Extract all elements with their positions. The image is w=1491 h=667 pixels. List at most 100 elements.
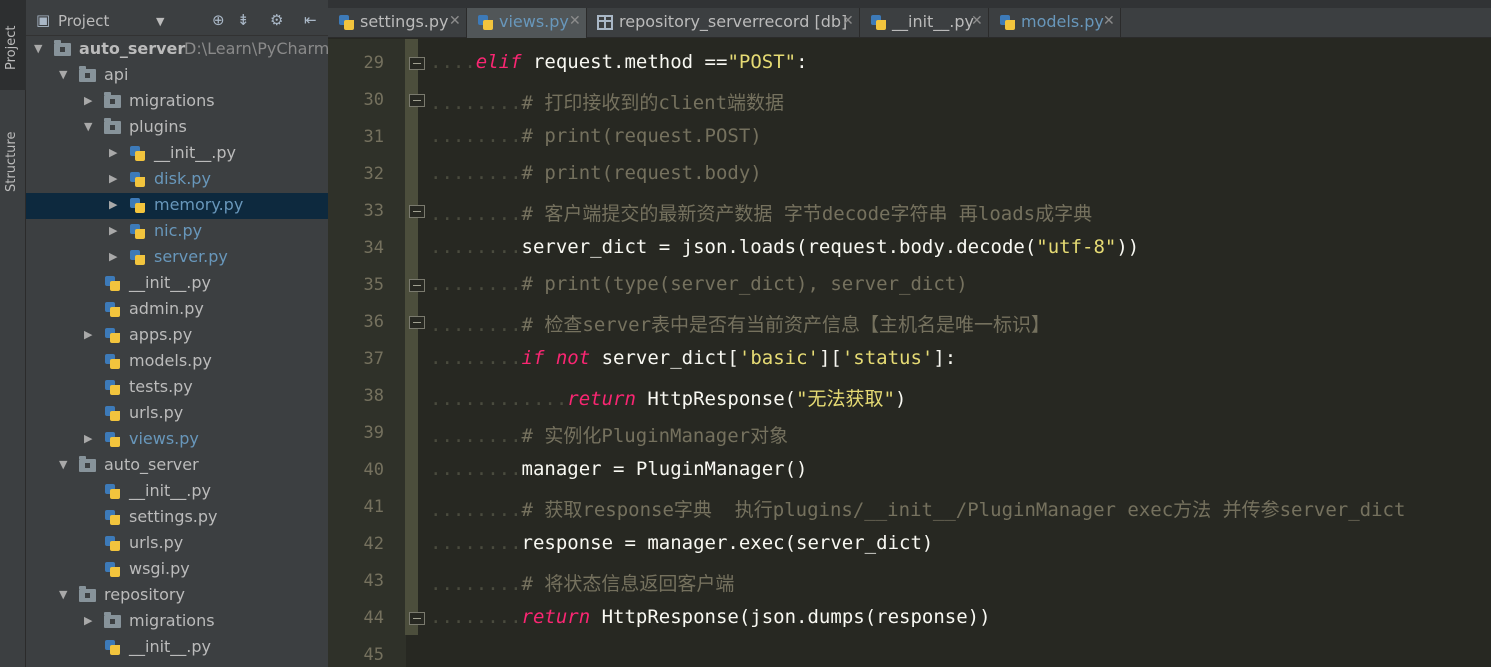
python-file-icon [104,275,122,293]
tree-item-admin-py[interactable]: admin.py [26,297,328,323]
chevron-right-icon[interactable]: ▶ [84,432,96,445]
tree-item-init-py[interactable]: __init__.py [26,479,328,505]
collapse-all-icon[interactable]: ⇟ [237,11,250,29]
tab-views-py[interactable]: views.py ✕ [467,8,587,38]
chevron-down-icon[interactable]: ▼ [59,458,71,471]
code-line: ............return HttpResponse("无法获取") [430,388,907,410]
chevron-right-icon[interactable]: ▶ [109,198,121,211]
chevron-down-icon[interactable]: ▼ [34,42,46,55]
fold-column [405,39,418,635]
code-token: response = manager.exec(server_dict) [521,532,934,554]
fold-marker-icon[interactable] [409,279,425,293]
view-dropdown-icon[interactable]: ▼ [156,15,164,28]
line-number: 29 [363,53,384,73]
close-icon[interactable]: ✕ [1103,13,1115,29]
code-line: ........# print(type(server_dict), serve… [430,273,968,295]
tree-item-migrations[interactable]: ▶ migrations [26,89,328,115]
tree-item-init-py[interactable]: ▶ __init__.py [26,141,328,167]
code-line: ........return HttpResponse(json.dumps(r… [430,606,991,628]
structure-tool-tab-label: Structure [4,131,19,192]
tree-item-auto-server[interactable]: ▼ auto_server D:\Learn\PyCharm\ [26,37,328,63]
chevron-down-icon[interactable]: ▼ [59,68,71,81]
tree-item-label: settings.py [129,507,218,526]
code-line: ........# 实例化PluginManager对象 [430,425,789,447]
fold-marker-icon[interactable] [409,612,425,626]
code-token-str: "POST" [727,51,797,73]
tab-models-py[interactable]: models.py ✕ [989,8,1121,38]
structure-tool-tab[interactable]: Structure [0,108,26,198]
tree-item-apps-py[interactable]: ▶ apps.py [26,323,328,349]
tree-item-views-py[interactable]: ▶ views.py [26,427,328,453]
code-line: ........# 检查server表中是否有当前资产信息【主机名是唯一标识】 [430,314,1051,336]
tree-item-plugins[interactable]: ▼ plugins [26,115,328,141]
tree-item-migrations[interactable]: ▶ migrations [26,609,328,635]
project-panel-title[interactable]: Project [58,12,109,30]
tree-item-label: nic.py [154,221,203,240]
fold-marker-icon[interactable] [409,94,425,108]
chevron-down-icon[interactable]: ▼ [84,120,96,133]
tree-item-label: api [104,65,129,84]
close-icon[interactable]: ✕ [842,13,854,29]
line-number: 39 [363,423,384,443]
python-file-icon [870,14,888,32]
locate-file-icon[interactable]: ⊕ [212,11,225,29]
tree-item-urls-py[interactable]: urls.py [26,401,328,427]
tab-settings-py[interactable]: settings.py ✕ [328,8,467,38]
tree-item-label: apps.py [129,325,193,344]
python-file-icon [104,509,122,527]
code-token-cm: # 将状态信息返回客户端 [521,573,735,595]
python-file-icon [104,561,122,579]
chevron-right-icon[interactable]: ▶ [109,172,121,185]
code-line: ........# 打印接收到的client端数据 [430,92,785,114]
tab-init-py[interactable]: __init__.py ✕ [860,8,989,38]
tree-item-path: D:\Learn\PyCharm\ [184,39,328,58]
chevron-right-icon[interactable]: ▶ [84,328,96,341]
python-file-icon [338,14,356,32]
tree-item-init-py[interactable]: __init__.py [26,635,328,661]
tree-item-nic-py[interactable]: ▶ nic.py [26,219,328,245]
code-token-cm: # 打印接收到的client端数据 [521,92,785,114]
hide-panel-icon[interactable]: ⇤ [304,11,317,29]
chevron-right-icon[interactable]: ▶ [109,250,121,263]
chevron-right-icon[interactable]: ▶ [84,614,96,627]
fold-marker-icon[interactable] [409,57,425,71]
chevron-right-icon[interactable]: ▶ [109,146,121,159]
python-file-icon [104,405,122,423]
tree-item-models-py[interactable]: models.py [26,349,328,375]
close-icon[interactable]: ✕ [971,13,983,29]
close-icon[interactable]: ✕ [449,13,461,29]
tree-item-repository[interactable]: ▼ repository [26,583,328,609]
tree-item-label: __init__.py [129,273,212,292]
code-line: ....elif request.method =="POST": [430,51,808,73]
tree-item-label: migrations [129,91,215,110]
chevron-down-icon[interactable]: ▼ [59,588,71,601]
tree-item-tests-py[interactable]: tests.py [26,375,328,401]
tree-item-auto-server[interactable]: ▼ auto_server [26,453,328,479]
tree-item-label: plugins [129,117,187,136]
folder-icon [104,92,121,108]
tree-item-wsgi-py[interactable]: wsgi.py [26,557,328,583]
tree-item-api[interactable]: ▼ api [26,63,328,89]
table-icon [597,15,613,30]
fold-marker-icon[interactable] [409,205,425,219]
chevron-right-icon[interactable]: ▶ [109,224,121,237]
tree-item-disk-py[interactable]: ▶ disk.py [26,167,328,193]
chevron-right-icon[interactable]: ▶ [84,94,96,107]
project-tool-tab[interactable]: Project [0,0,26,90]
tab-label: __init__.py [892,12,975,31]
tree-item-init-py[interactable]: __init__.py [26,271,328,297]
code-line: ........# print(request.body) [430,162,762,184]
settings-gear-icon[interactable]: ⚙ [270,11,283,29]
close-icon[interactable]: ✕ [569,13,581,29]
line-number: 44 [363,608,384,628]
tree-item-server-py[interactable]: ▶ server.py [26,245,328,271]
tree-item-label: views.py [129,429,199,448]
tree-item-settings-py[interactable]: settings.py [26,505,328,531]
python-file-icon [129,223,147,241]
fold-marker-icon[interactable] [409,316,425,330]
tree-item-urls-py[interactable]: urls.py [26,531,328,557]
code-editor[interactable]: ....elif request.method =="POST":.......… [430,39,1491,667]
tab-label: views.py [499,12,569,31]
tree-item-memory-py[interactable]: ▶ memory.py [26,193,328,219]
tab-repository-serverrecord-db[interactable]: repository_serverrecord [db] ✕ [587,8,860,38]
